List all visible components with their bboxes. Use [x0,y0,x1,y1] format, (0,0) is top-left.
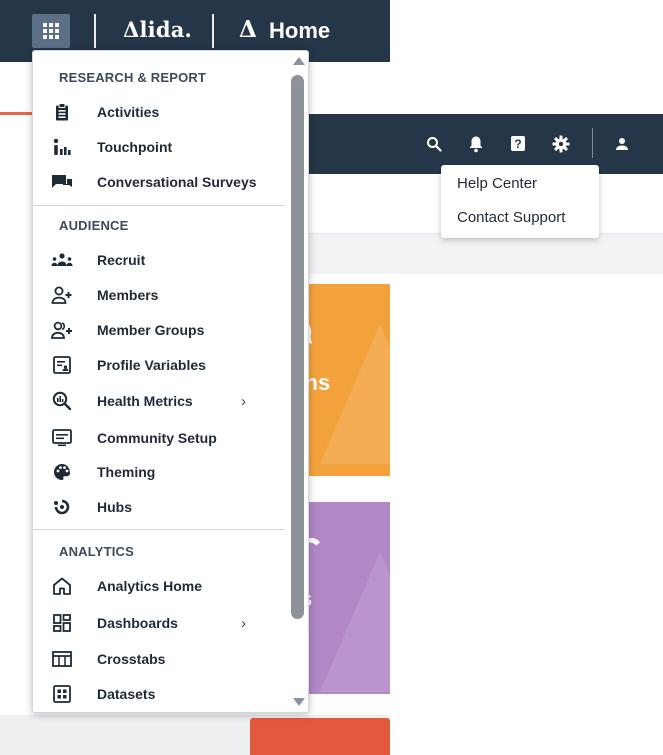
red-tile[interactable] [250,718,390,755]
menu-item-crosstabs[interactable]: Crosstabs [33,644,288,674]
contact-support-link[interactable]: Contact Support [457,209,565,226]
menu-item-health-metrics[interactable]: Health Metrics › [33,386,288,416]
menu-item-label: Analytics Home [97,578,203,594]
table-icon [51,648,73,670]
menu-item-touchpoint[interactable]: Touchpoint [33,132,288,162]
menu-item-community-setup[interactable]: Community Setup [33,423,288,453]
profile-variables-icon [51,354,73,376]
help-center-link[interactable]: Help Center [457,175,537,192]
menu-item-label: Crosstabs [97,651,166,667]
header-divider [212,14,214,48]
app-switcher-menu: RESEARCH & REPORT Activities Touchpoint … [32,50,309,713]
menu-content: RESEARCH & REPORT Activities Touchpoint … [33,51,288,712]
menu-item-label: Datasets [97,686,156,702]
menu-divider [33,529,285,530]
header-divider [94,14,96,48]
user-icon[interactable] [610,114,634,174]
menu-item-label: Activities [97,104,160,120]
menu-item-datasets[interactable]: Datasets [33,679,288,709]
chevron-right-icon: › [241,392,246,410]
menu-item-hubs[interactable]: Hubs [33,492,288,522]
menu-item-recruit[interactable]: Recruit [33,245,288,275]
menu-item-label: Dashboards [97,615,178,631]
home-icon [51,575,73,597]
menu-item-label: Conversational Surveys [97,174,257,190]
menu-item-label: Members [97,287,159,303]
menu-divider [33,205,285,206]
scroll-up-arrow-icon[interactable] [293,57,305,65]
health-metrics-icon [51,390,73,412]
chat-icon [51,171,73,193]
palette-icon [51,461,73,483]
menu-item-member-groups[interactable]: Member Groups [33,315,288,345]
recruit-icon [51,249,73,271]
clipboard-icon [51,101,73,123]
apps-grid-icon [43,23,59,39]
menu-item-theming[interactable]: Theming [33,457,288,487]
menu-item-dashboards[interactable]: Dashboards › [33,608,288,638]
menu-item-members[interactable]: Members [33,280,288,310]
menu-item-label: Profile Variables [97,357,206,373]
menu-item-label: Touchpoint [97,139,173,155]
touchpoint-icon [51,136,73,158]
hubs-icon [51,496,73,518]
group-add-icon [51,319,73,341]
menu-item-label: Recruit [97,252,146,268]
brand-logo[interactable]: Δlida. [123,17,192,42]
scrollbar-thumb[interactable] [291,75,304,619]
menu-item-activities[interactable]: Activities [33,97,288,127]
home-delta-icon: Δ [239,16,257,43]
dashboard-icon [51,612,73,634]
menu-item-label: Community Setup [97,430,217,446]
svg-text:?: ? [514,137,521,151]
header-divider [592,128,593,158]
menu-item-conversational-surveys[interactable]: Conversational Surveys [33,167,288,197]
section-header-research-report: RESEARCH & REPORT [59,70,207,85]
app-switcher-button[interactable] [32,14,70,48]
menu-item-analytics-home[interactable]: Analytics Home [33,571,288,601]
page-title[interactable]: Home [269,18,330,44]
community-setup-icon [51,427,73,449]
menu-scrollbar[interactable] [287,51,308,712]
content-background [260,234,663,274]
tile-decoration [320,552,390,692]
tile-decoration [320,324,390,464]
menu-item-profile-variables[interactable]: Profile Variables [33,350,288,380]
section-header-audience: AUDIENCE [59,218,129,233]
dataset-icon [51,683,73,705]
scroll-down-arrow-icon[interactable] [293,698,305,706]
chevron-right-icon: › [241,614,246,632]
menu-item-label: Theming [97,464,156,480]
menu-item-label: Member Groups [97,322,205,338]
menu-item-label: Health Metrics [97,393,193,409]
menu-item-label: Hubs [97,499,132,515]
person-add-icon [51,284,73,306]
section-header-analytics: ANALYTICS [59,544,134,559]
help-dropdown-menu: Help Center Contact Support [441,165,599,238]
